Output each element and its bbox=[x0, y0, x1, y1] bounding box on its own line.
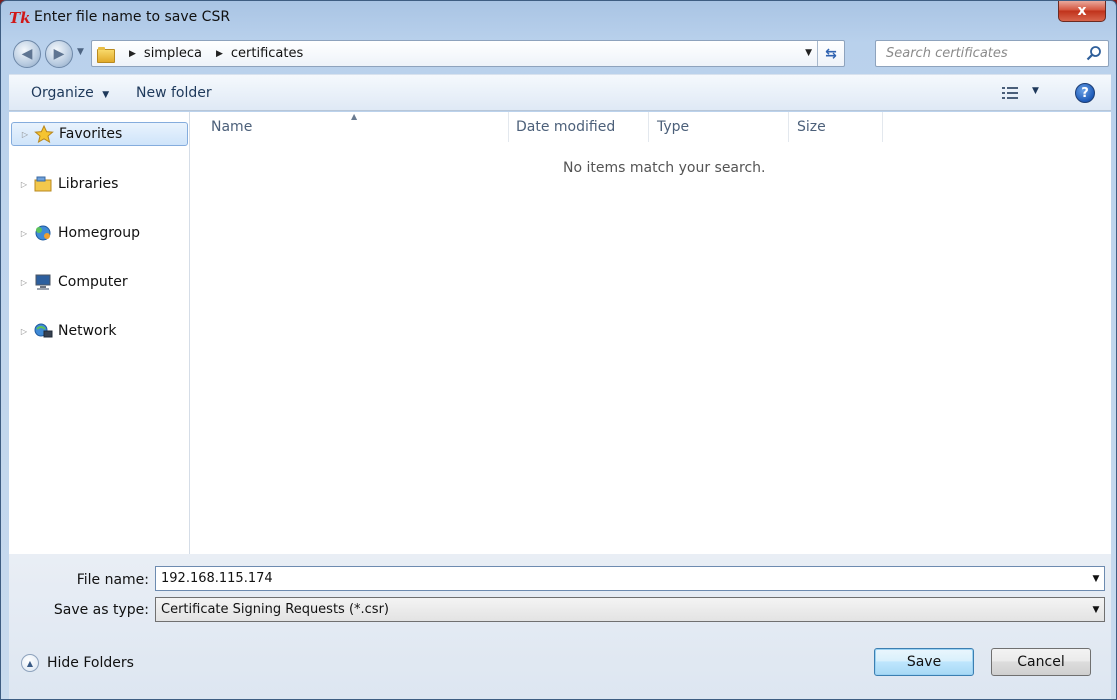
star-icon bbox=[34, 125, 54, 143]
nav-label-libraries: Libraries bbox=[58, 176, 119, 192]
file-list[interactable]: ▲ Name Date modified Type Size No items … bbox=[191, 112, 1111, 554]
view-details-icon[interactable] bbox=[1002, 86, 1018, 100]
nav-item-computer[interactable]: ▷ Computer bbox=[11, 270, 188, 294]
title-bar[interactable]: Tk Enter file name to save CSR x bbox=[1, 1, 1116, 35]
nav-item-homegroup[interactable]: ▷ Homegroup bbox=[11, 221, 188, 245]
organize-menu[interactable]: Organize ▼ bbox=[31, 85, 109, 101]
back-button[interactable]: ◀ bbox=[13, 40, 41, 68]
expand-arrow-icon[interactable]: ▷ bbox=[18, 130, 32, 139]
nav-label-favorites: Favorites bbox=[59, 126, 123, 142]
folder-icon bbox=[97, 46, 115, 63]
expand-arrow-icon[interactable]: ▷ bbox=[17, 327, 31, 336]
chevron-up-icon: ▲ bbox=[21, 654, 39, 672]
chevron-down-icon[interactable]: ▼ bbox=[1088, 605, 1104, 615]
libraries-icon bbox=[34, 176, 52, 192]
homegroup-icon bbox=[35, 225, 51, 241]
cancel-button[interactable]: Cancel bbox=[991, 648, 1091, 676]
nav-item-network[interactable]: ▷ Network bbox=[11, 319, 188, 343]
address-row: ◀ ▶ ▼ ▶ simpleca ▶ certificates ▼ ⇆ bbox=[9, 39, 1109, 69]
column-header-name[interactable]: Name bbox=[191, 112, 509, 142]
nav-label-network: Network bbox=[58, 323, 117, 339]
breadcrumb-simpleca[interactable]: simpleca bbox=[144, 46, 202, 61]
help-icon[interactable]: ? bbox=[1075, 83, 1095, 103]
search-input[interactable] bbox=[876, 41, 1076, 65]
forward-arrow-icon: ▶ bbox=[53, 46, 65, 62]
close-icon: x bbox=[1077, 3, 1087, 19]
command-toolbar: Organize ▼ New folder ▼ ? bbox=[9, 74, 1111, 111]
save-as-type-select[interactable]: Certificate Signing Requests (*.csr) ▼ bbox=[155, 597, 1105, 622]
nav-item-favorites[interactable]: ▷ Favorites bbox=[11, 122, 188, 146]
hide-folders-toggle[interactable]: ▲ Hide Folders bbox=[21, 654, 134, 672]
back-arrow-icon: ◀ bbox=[21, 46, 33, 62]
computer-icon bbox=[35, 274, 51, 290]
new-folder-button[interactable]: New folder bbox=[136, 85, 212, 101]
refresh-button[interactable]: ⇆ bbox=[817, 41, 844, 66]
nav-item-libraries[interactable]: ▷ Libraries bbox=[11, 172, 188, 196]
view-dropdown-icon[interactable]: ▼ bbox=[1032, 86, 1039, 96]
refresh-icon: ⇆ bbox=[825, 45, 837, 62]
search-icon[interactable] bbox=[1086, 45, 1102, 61]
save-as-type-value: Certificate Signing Requests (*.csr) bbox=[161, 602, 390, 617]
tk-app-icon: Tk bbox=[9, 9, 31, 27]
file-name-label: File name: bbox=[76, 572, 149, 588]
column-header-date-modified[interactable]: Date modified bbox=[509, 112, 649, 142]
close-button[interactable]: x bbox=[1058, 1, 1106, 22]
expand-arrow-icon[interactable]: ▷ bbox=[17, 229, 31, 238]
column-header-type[interactable]: Type bbox=[649, 112, 789, 142]
chevron-down-icon[interactable]: ▼ bbox=[1088, 574, 1104, 584]
address-bar[interactable]: ▶ simpleca ▶ certificates ▼ ⇆ bbox=[91, 40, 845, 67]
forward-button[interactable]: ▶ bbox=[45, 40, 73, 68]
empty-list-message: No items match your search. bbox=[563, 160, 766, 176]
breadcrumb-certificates[interactable]: certificates bbox=[231, 46, 303, 61]
window-title: Enter file name to save CSR bbox=[34, 9, 231, 25]
save-dialog: Tk Enter file name to save CSR x ◀ ▶ ▼ ▶… bbox=[0, 0, 1117, 700]
search-box[interactable] bbox=[875, 40, 1109, 67]
expand-arrow-icon[interactable]: ▷ bbox=[17, 278, 31, 287]
file-name-combo[interactable]: ▼ bbox=[155, 566, 1105, 591]
breadcrumb-separator-icon[interactable]: ▶ bbox=[129, 49, 136, 59]
expand-arrow-icon[interactable]: ▷ bbox=[17, 180, 31, 189]
main-area: ▷ Favorites ▷ Libraries ▷ Homegroup ▷ Co… bbox=[9, 112, 1111, 554]
nav-label-computer: Computer bbox=[58, 274, 128, 290]
nav-label-homegroup: Homegroup bbox=[58, 225, 141, 241]
save-options-panel: File name: ▼ Save as type: Certificate S… bbox=[9, 554, 1111, 699]
recent-pages-dropdown-icon[interactable]: ▼ bbox=[77, 47, 84, 57]
organize-label: Organize bbox=[31, 85, 94, 101]
navigation-pane: ▷ Favorites ▷ Libraries ▷ Homegroup ▷ Co… bbox=[9, 112, 190, 554]
network-icon bbox=[34, 323, 53, 338]
column-header-size[interactable]: Size bbox=[789, 112, 883, 142]
hide-folders-label: Hide Folders bbox=[47, 655, 134, 671]
save-as-type-label: Save as type: bbox=[53, 602, 149, 618]
save-button[interactable]: Save bbox=[874, 648, 974, 676]
chevron-down-icon: ▼ bbox=[102, 90, 110, 100]
address-dropdown-icon[interactable]: ▼ bbox=[805, 48, 812, 58]
breadcrumb-separator-icon[interactable]: ▶ bbox=[216, 49, 223, 59]
file-name-input[interactable] bbox=[156, 567, 1088, 590]
